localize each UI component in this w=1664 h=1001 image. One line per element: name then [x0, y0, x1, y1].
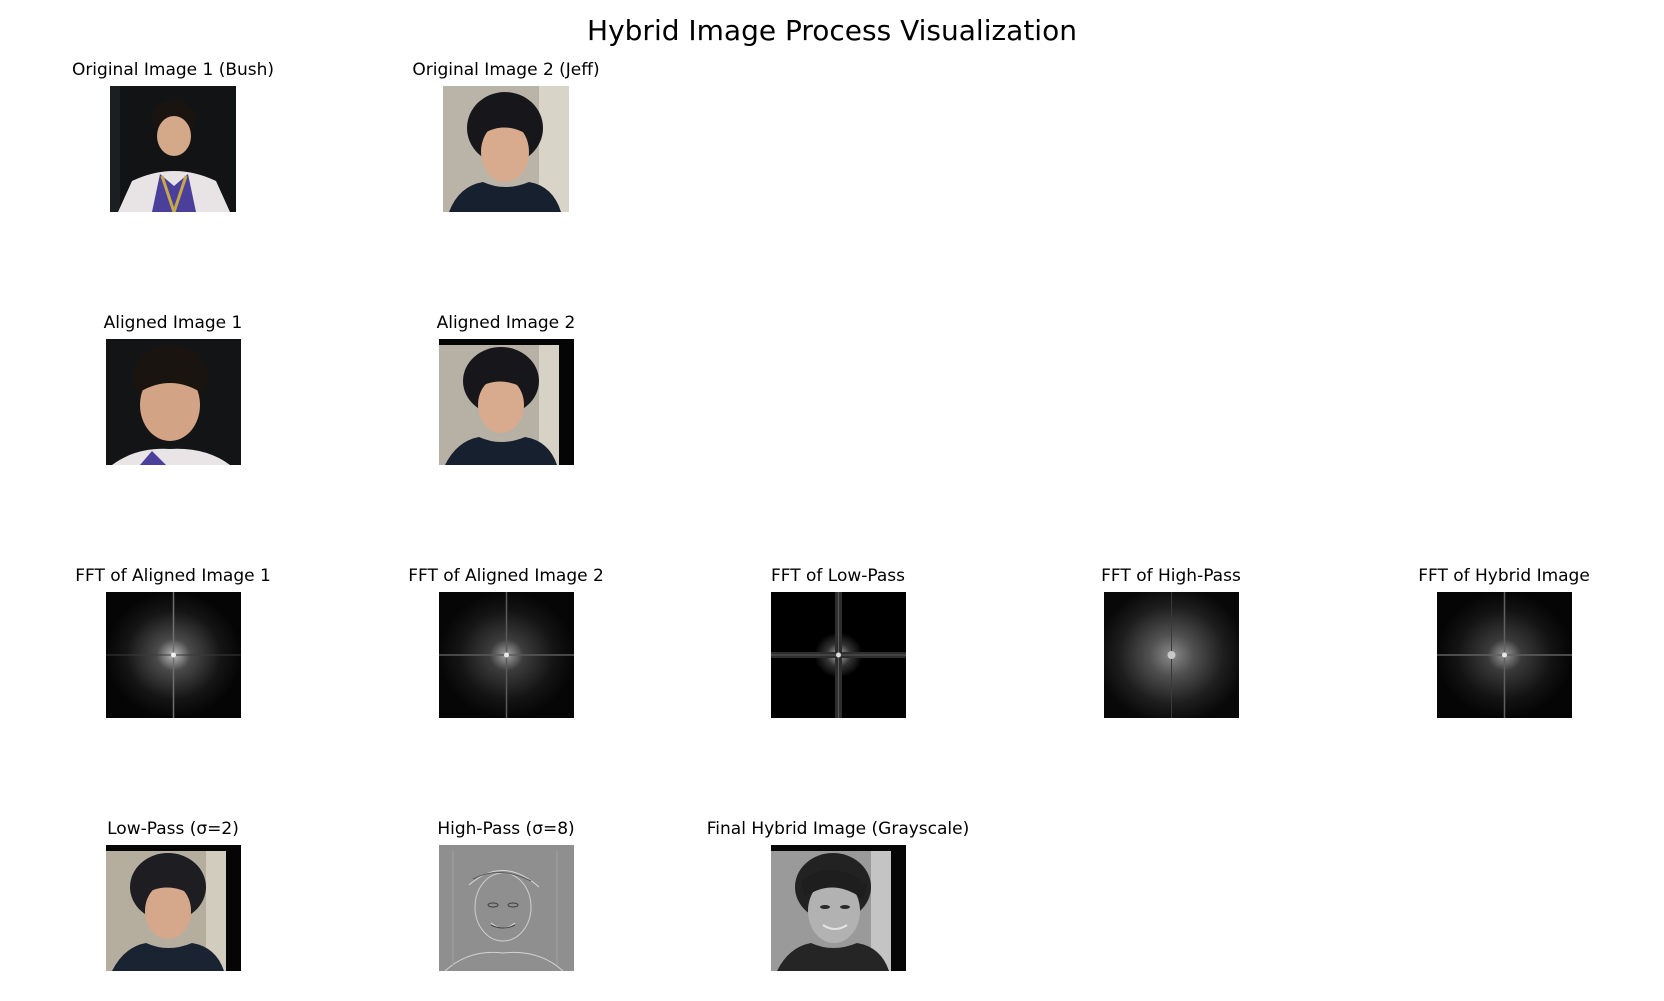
- panel-title-fft-hybrid: FFT of Hybrid Image: [1418, 566, 1590, 586]
- panel-title-lowpass: Low-Pass (σ=2): [107, 819, 239, 839]
- panel-title-fft-highpass: FFT of High-Pass: [1101, 566, 1241, 586]
- hybrid-image: [771, 845, 906, 971]
- panel-title-hybrid: Final Hybrid Image (Grayscale): [706, 819, 970, 839]
- aligned-image-1: [106, 339, 241, 465]
- fft-lowpass-image: [771, 592, 906, 718]
- lowpass-image: [106, 845, 241, 971]
- fft-highpass-image: [1104, 592, 1239, 718]
- panel-title-original-2: Original Image 2 (Jeff): [412, 60, 600, 80]
- fft-aligned-image-1: [106, 592, 241, 718]
- original-image-1: [110, 86, 236, 212]
- aligned-image-2: [439, 339, 574, 465]
- highpass-image: [439, 845, 574, 971]
- panel-title-aligned-2: Aligned Image 2: [436, 313, 576, 333]
- panel-title-fft-lowpass: FFT of Low-Pass: [770, 566, 906, 586]
- panel-title-fft-aligned-1: FFT of Aligned Image 1: [75, 566, 271, 586]
- fft-aligned-image-2: [439, 592, 574, 718]
- fft-hybrid-image: [1437, 592, 1572, 718]
- original-image-2: [443, 86, 569, 212]
- panel-title-original-1: Original Image 1 (Bush): [71, 60, 275, 80]
- panel-title-highpass: High-Pass (σ=8): [437, 819, 575, 839]
- panel-title-fft-aligned-2: FFT of Aligned Image 2: [408, 566, 604, 586]
- figure-title: Hybrid Image Process Visualization: [587, 14, 1077, 47]
- panel-title-aligned-1: Aligned Image 1: [103, 313, 243, 333]
